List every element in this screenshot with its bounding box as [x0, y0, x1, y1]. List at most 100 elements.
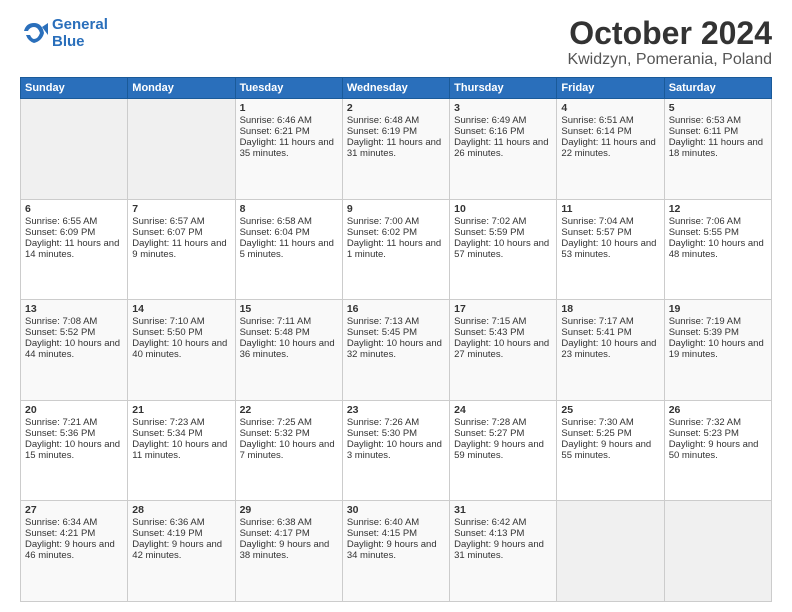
day-cell: 13Sunrise: 7:08 AMSunset: 5:52 PMDayligh…	[21, 300, 128, 401]
sunset-text: Sunset: 5:43 PM	[454, 327, 524, 338]
day-number: 19	[669, 303, 767, 315]
sunset-text: Sunset: 5:59 PM	[454, 227, 524, 238]
day-number: 18	[561, 303, 659, 315]
day-cell: 6Sunrise: 6:55 AMSunset: 6:09 PMDaylight…	[21, 199, 128, 300]
day-cell: 10Sunrise: 7:02 AMSunset: 5:59 PMDayligh…	[450, 199, 557, 300]
week-row-2: 6Sunrise: 6:55 AMSunset: 6:09 PMDaylight…	[21, 199, 772, 300]
daylight-text: Daylight: 10 hours and 3 minutes.	[347, 439, 442, 461]
header-cell-tuesday: Tuesday	[235, 78, 342, 99]
day-cell: 18Sunrise: 7:17 AMSunset: 5:41 PMDayligh…	[557, 300, 664, 401]
day-cell	[128, 99, 235, 200]
sunrise-text: Sunrise: 7:26 AM	[347, 417, 419, 428]
day-number: 31	[454, 504, 552, 516]
header-row: SundayMondayTuesdayWednesdayThursdayFrid…	[21, 78, 772, 99]
sunrise-text: Sunrise: 7:10 AM	[132, 316, 204, 327]
sunrise-text: Sunrise: 6:57 AM	[132, 216, 204, 227]
header-cell-wednesday: Wednesday	[342, 78, 449, 99]
sunrise-text: Sunrise: 6:46 AM	[240, 115, 312, 126]
sunrise-text: Sunrise: 6:40 AM	[347, 517, 419, 528]
day-cell: 8Sunrise: 6:58 AMSunset: 6:04 PMDaylight…	[235, 199, 342, 300]
sunset-text: Sunset: 6:16 PM	[454, 126, 524, 137]
daylight-text: Daylight: 10 hours and 15 minutes.	[25, 439, 120, 461]
sunrise-text: Sunrise: 7:02 AM	[454, 216, 526, 227]
sunset-text: Sunset: 6:07 PM	[132, 227, 202, 238]
sunset-text: Sunset: 5:55 PM	[669, 227, 739, 238]
daylight-text: Daylight: 10 hours and 23 minutes.	[561, 338, 656, 360]
day-number: 4	[561, 102, 659, 114]
week-row-3: 13Sunrise: 7:08 AMSunset: 5:52 PM Dayligh…	[21, 300, 772, 401]
logo-icon	[20, 19, 48, 47]
daylight-text: Daylight: 9 hours and 55 minutes.	[561, 439, 651, 461]
sunset-text: Sunset: 6:02 PM	[347, 227, 417, 238]
day-cell: 21Sunrise: 7:23 AMSunset: 5:34 PMDayligh…	[128, 400, 235, 501]
day-number: 26	[669, 404, 767, 416]
header-cell-saturday: Saturday	[664, 78, 771, 99]
sunrise-text: Sunrise: 6:58 AM	[240, 216, 312, 227]
sunrise-text: Sunrise: 7:00 AM	[347, 216, 419, 227]
sunrise-text: Sunrise: 7:11 AM	[240, 316, 312, 327]
day-number: 28	[132, 504, 230, 516]
day-number: 1	[240, 102, 338, 114]
sunset-text: Sunset: 5:52 PM	[25, 327, 95, 338]
day-cell: 7Sunrise: 6:57 AMSunset: 6:07 PMDaylight…	[128, 199, 235, 300]
page-header: General Blue October 2024 Kwidzyn, Pomer…	[20, 16, 772, 69]
day-number: 30	[347, 504, 445, 516]
daylight-text: Daylight: 9 hours and 31 minutes.	[454, 539, 544, 561]
sunset-text: Sunset: 4:21 PM	[25, 528, 95, 539]
day-number: 12	[669, 203, 767, 215]
day-number: 20	[25, 404, 123, 416]
sunset-text: Sunset: 5:45 PM	[347, 327, 417, 338]
day-cell: 24Sunrise: 7:28 AMSunset: 5:27 PMDayligh…	[450, 400, 557, 501]
sunrise-text: Sunrise: 6:49 AM	[454, 115, 526, 126]
sunset-text: Sunset: 5:27 PM	[454, 428, 524, 439]
day-number: 9	[347, 203, 445, 215]
sunrise-text: Sunrise: 6:38 AM	[240, 517, 312, 528]
header-cell-monday: Monday	[128, 78, 235, 99]
week-row-5: 27Sunrise: 6:34 AMSunset: 4:21 PMDayligh…	[21, 501, 772, 602]
daylight-text: Daylight: 10 hours and 36 minutes.	[240, 338, 335, 360]
day-number: 13	[25, 303, 123, 315]
daylight-text: Daylight: 11 hours and 5 minutes.	[240, 238, 334, 260]
day-cell: 12Sunrise: 7:06 AMSunset: 5:55 PMDayligh…	[664, 199, 771, 300]
sunset-text: Sunset: 4:15 PM	[347, 528, 417, 539]
sunrise-text: Sunrise: 6:48 AM	[347, 115, 419, 126]
sunrise-text: Sunrise: 7:04 AM	[561, 216, 633, 227]
day-number: 17	[454, 303, 552, 315]
day-cell: 5Sunrise: 6:53 AMSunset: 6:11 PMDaylight…	[664, 99, 771, 200]
day-cell: 9Sunrise: 7:00 AMSunset: 6:02 PMDaylight…	[342, 199, 449, 300]
daylight-text: Daylight: 9 hours and 38 minutes.	[240, 539, 330, 561]
sunrise-text: Sunrise: 6:34 AM	[25, 517, 97, 528]
header-cell-thursday: Thursday	[450, 78, 557, 99]
daylight-text: Daylight: 10 hours and 53 minutes.	[561, 238, 656, 260]
sunset-text: Sunset: 5:36 PM	[25, 428, 95, 439]
day-cell: 19Sunrise: 7:19 AMSunset: 5:39 PMDayligh…	[664, 300, 771, 401]
sunset-text: Sunset: 5:50 PM	[132, 327, 202, 338]
sunrise-text: Sunrise: 7:15 AM	[454, 316, 526, 327]
daylight-text: Daylight: 11 hours and 1 minute.	[347, 238, 441, 260]
day-cell: 16Sunrise: 7:13 AMSunset: 5:45 PMDayligh…	[342, 300, 449, 401]
day-number: 7	[132, 203, 230, 215]
day-cell: 3Sunrise: 6:49 AMSunset: 6:16 PMDaylight…	[450, 99, 557, 200]
daylight-text: Daylight: 10 hours and 11 minutes.	[132, 439, 227, 461]
day-cell: 31Sunrise: 6:42 AMSunset: 4:13 PMDayligh…	[450, 501, 557, 602]
calendar-table: SundayMondayTuesdayWednesdayThursdayFrid…	[20, 77, 772, 602]
day-number: 29	[240, 504, 338, 516]
day-number: 16	[347, 303, 445, 315]
sunset-text: Sunset: 6:11 PM	[669, 126, 739, 137]
sunrise-text: Sunrise: 6:53 AM	[669, 115, 741, 126]
daylight-text: Daylight: 10 hours and 48 minutes.	[669, 238, 764, 260]
calendar-body: 1Sunrise: 6:46 AMSunset: 6:21 PMDaylight…	[21, 99, 772, 602]
sunrise-text: Sunrise: 6:42 AM	[454, 517, 526, 528]
day-cell: 2Sunrise: 6:48 AMSunset: 6:19 PMDaylight…	[342, 99, 449, 200]
day-number: 8	[240, 203, 338, 215]
sunrise-text: Sunrise: 7:17 AM	[561, 316, 633, 327]
day-number: 15	[240, 303, 338, 315]
daylight-text: Daylight: 11 hours and 14 minutes.	[25, 238, 119, 260]
sunset-text: Sunset: 5:34 PM	[132, 428, 202, 439]
sunrise-text: Sunrise: 7:19 AM	[669, 316, 741, 327]
day-number: 21	[132, 404, 230, 416]
sunrise-text: Sunrise: 7:08 AM	[25, 316, 97, 327]
sunrise-text: Sunrise: 7:30 AM	[561, 417, 633, 428]
day-number: 24	[454, 404, 552, 416]
day-cell: 28Sunrise: 6:36 AMSunset: 4:19 PMDayligh…	[128, 501, 235, 602]
